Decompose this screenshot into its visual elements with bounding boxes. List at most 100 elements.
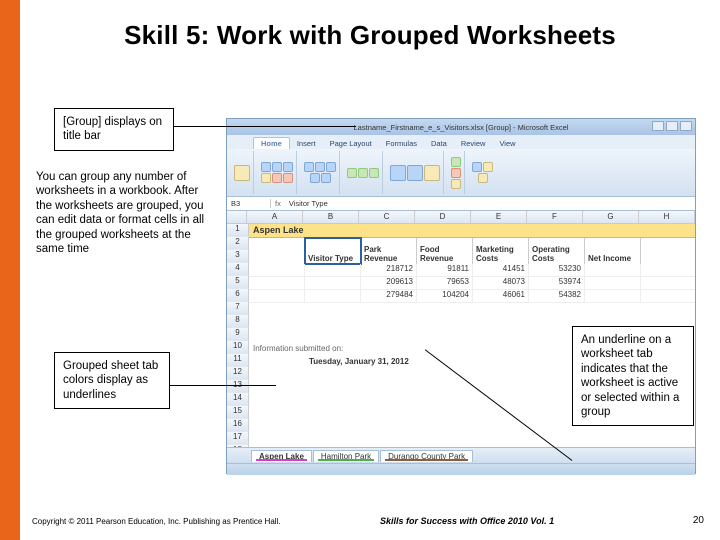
cell-a5[interactable]	[249, 264, 305, 276]
wrap-icon[interactable]	[321, 173, 331, 183]
format-table-icon[interactable]	[407, 165, 423, 181]
format-cells-icon[interactable]	[451, 179, 461, 189]
align-left-icon[interactable]	[304, 162, 314, 172]
tab-insert[interactable]: Insert	[290, 138, 323, 149]
autosum-icon[interactable]	[472, 162, 482, 172]
sheet-tab-aspen-lake[interactable]: Aspen Lake	[251, 450, 312, 462]
tab-review[interactable]: Review	[454, 138, 493, 149]
cell-f6[interactable]: 53974	[529, 277, 585, 289]
copyright-text: Copyright © 2011 Pearson Education, Inc.…	[32, 517, 281, 526]
row-12[interactable]: 12	[227, 367, 249, 380]
hcell-food-revenue: Food Revenue	[417, 238, 473, 264]
italic-icon[interactable]	[272, 162, 282, 172]
find-icon[interactable]	[478, 173, 488, 183]
tab-page-layout[interactable]: Page Layout	[323, 138, 379, 149]
row-13[interactable]: 13	[227, 380, 249, 393]
cell-e7[interactable]: 46061	[473, 290, 529, 302]
col-h[interactable]: H	[639, 211, 695, 223]
cell-e6[interactable]: 48073	[473, 277, 529, 289]
currency-icon[interactable]	[347, 168, 357, 178]
align-right-icon[interactable]	[326, 162, 336, 172]
cell-c5[interactable]: 218712	[361, 264, 417, 276]
row-3[interactable]: 3	[227, 250, 249, 263]
tab-formulas[interactable]: Formulas	[379, 138, 424, 149]
paste-icon[interactable]	[234, 165, 250, 181]
percent-icon[interactable]	[358, 168, 368, 178]
cell-d7[interactable]: 104204	[417, 290, 473, 302]
ribbon	[227, 149, 695, 197]
delete-cells-icon[interactable]	[451, 168, 461, 178]
col-e[interactable]: E	[471, 211, 527, 223]
leader-line	[174, 126, 356, 127]
cell-c7[interactable]: 279484	[361, 290, 417, 302]
cell-g5[interactable]	[585, 264, 641, 276]
sheet-tab-durango[interactable]: Durango County Park	[380, 450, 473, 462]
cell-e5[interactable]: 41451	[473, 264, 529, 276]
status-bar	[227, 463, 695, 475]
tab-underline-icon	[256, 459, 307, 461]
ribbon-styles	[387, 151, 444, 194]
sort-filter-icon[interactable]	[483, 162, 493, 172]
row-16[interactable]: 16	[227, 419, 249, 432]
row-6[interactable]: 6	[227, 289, 249, 302]
row-2[interactable]: 2	[227, 237, 249, 250]
book-title: Skills for Success with Office 2010 Vol.…	[380, 516, 554, 526]
titlebar-text: Lastname_Firstname_e_s_Visitors.xlsx [Gr…	[354, 123, 569, 132]
ribbon-tabs: Home Insert Page Layout Formulas Data Re…	[227, 135, 695, 149]
cell-f5[interactable]: 53230	[529, 264, 585, 276]
font-color-icon[interactable]	[283, 173, 293, 183]
row-14[interactable]: 14	[227, 393, 249, 406]
hcell-visitor-type[interactable]: Visitor Type	[305, 238, 361, 264]
name-box[interactable]: B3	[227, 199, 271, 208]
minimize-button[interactable]	[652, 121, 664, 131]
row-15[interactable]: 15	[227, 406, 249, 419]
cell-c6[interactable]: 209613	[361, 277, 417, 289]
bold-icon[interactable]	[261, 162, 271, 172]
col-f[interactable]: F	[527, 211, 583, 223]
cell-d6[interactable]: 79653	[417, 277, 473, 289]
row-8[interactable]: 8	[227, 315, 249, 328]
fx-label[interactable]: fx	[271, 199, 285, 208]
conditional-formatting-icon[interactable]	[390, 165, 406, 181]
tab-home[interactable]: Home	[253, 137, 290, 149]
cell-g7[interactable]	[585, 290, 641, 302]
cell-f7[interactable]: 54382	[529, 290, 585, 302]
col-b[interactable]: B	[303, 211, 359, 223]
row-1[interactable]: 1	[227, 224, 249, 237]
cell-b6[interactable]	[305, 277, 361, 289]
page-number: 20	[693, 515, 704, 526]
col-c[interactable]: C	[359, 211, 415, 223]
formula-value[interactable]: Visitor Type	[285, 199, 328, 208]
col-a[interactable]: A	[247, 211, 303, 223]
tab-data[interactable]: Data	[424, 138, 454, 149]
select-all-corner[interactable]	[227, 211, 247, 223]
fill-color-icon[interactable]	[272, 173, 282, 183]
col-g[interactable]: G	[583, 211, 639, 223]
cell-a6[interactable]	[249, 277, 305, 289]
cell-g6[interactable]	[585, 277, 641, 289]
insert-cells-icon[interactable]	[451, 157, 461, 167]
cell-styles-icon[interactable]	[424, 165, 440, 181]
row-5[interactable]: 5	[227, 276, 249, 289]
underline-icon[interactable]	[283, 162, 293, 172]
row-7[interactable]: 7	[227, 302, 249, 315]
cell-a7[interactable]	[249, 290, 305, 302]
align-center-icon[interactable]	[315, 162, 325, 172]
cell-b7[interactable]	[305, 290, 361, 302]
row-11[interactable]: 11	[227, 354, 249, 367]
row-9[interactable]: 9	[227, 328, 249, 341]
row-17[interactable]: 17	[227, 432, 249, 445]
maximize-button[interactable]	[666, 121, 678, 131]
row-10[interactable]: 10	[227, 341, 249, 354]
cell-d5[interactable]: 91811	[417, 264, 473, 276]
tab-view[interactable]: View	[492, 138, 522, 149]
col-d[interactable]: D	[415, 211, 471, 223]
cell-b5[interactable]	[305, 264, 361, 276]
sheet-tab-hamilton-park[interactable]: Hamilton Park	[313, 450, 379, 462]
merge-icon[interactable]	[310, 173, 320, 183]
close-button[interactable]	[680, 121, 692, 131]
ribbon-editing	[469, 151, 496, 194]
comma-icon[interactable]	[369, 168, 379, 178]
row-4[interactable]: 4	[227, 263, 249, 276]
border-icon[interactable]	[261, 173, 271, 183]
